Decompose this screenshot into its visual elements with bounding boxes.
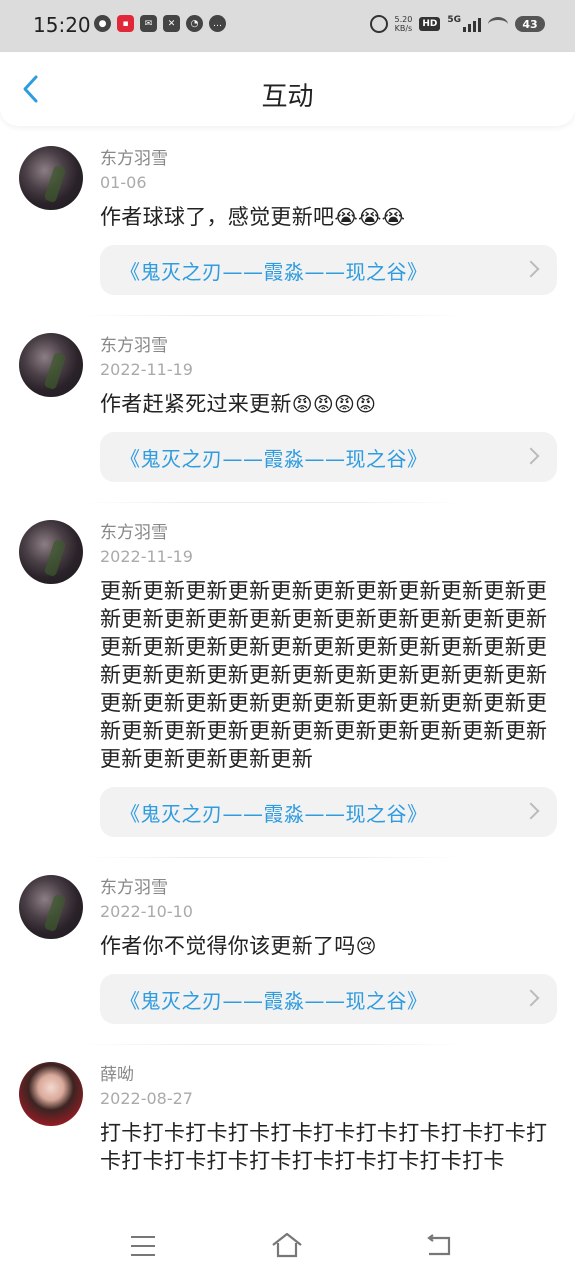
network-speed-unit: KB/s [394, 24, 413, 33]
page-title: 互动 [261, 82, 314, 112]
avatar[interactable] [19, 146, 83, 210]
comment-item: 东方羽雪 2022-11-19 作者赶紧死过来更新😡😡😡😡 《鬼灭之刃——霞淼—… [0, 315, 575, 502]
book-title: 《鬼灭之刃——霞淼——现之谷》 [120, 801, 428, 826]
comment-item: 东方羽雪 2022-10-10 作者你不觉得你该更新了吗😢 《鬼灭之刃——霞淼—… [0, 857, 575, 1044]
comment-text: 更新更新更新更新更新更新更新更新更新更新更新更新更新更新更新更新更新更新更新更新… [100, 577, 557, 773]
comment-text: 打卡打卡打卡打卡打卡打卡打卡打卡打卡打卡打卡打卡打卡打卡打卡打卡打卡打卡打卡打卡 [100, 1119, 557, 1171]
speedometer-icon: ◔ [186, 15, 203, 32]
comment-username[interactable]: 薛呦 [100, 1064, 557, 1086]
book-link[interactable]: 《鬼灭之刃——霞淼——现之谷》 [100, 974, 557, 1024]
chevron-right-icon [522, 802, 540, 820]
status-time: 15:20 [33, 13, 91, 37]
comment-date: 01-06 [100, 173, 147, 192]
chevron-right-icon [522, 447, 540, 465]
comment-username[interactable]: 东方羽雪 [100, 148, 557, 170]
comment-body: 作者球球了，感觉更新吧 [100, 205, 335, 229]
wechat-icon: ● [94, 15, 111, 32]
chevron-right-icon [522, 989, 540, 1007]
comment-text: 作者你不觉得你该更新了吗😢 [100, 932, 557, 960]
signal-icon [463, 16, 481, 32]
comment-date: 2022-10-10 [100, 902, 193, 921]
chevron-right-icon [522, 260, 540, 278]
comment-item: 薛呦 2022-08-27 打卡打卡打卡打卡打卡打卡打卡打卡打卡打卡打卡打卡打卡… [0, 1044, 575, 1191]
book-link[interactable]: 《鬼灭之刃——霞淼——现之谷》 [100, 245, 557, 295]
network-speed: 5.20 KB/s [395, 15, 413, 33]
avatar[interactable] [19, 333, 83, 397]
mail-icon: ✉ [140, 15, 157, 32]
back-nav-icon[interactable] [425, 1234, 453, 1256]
comment-emoji: 😡😡😡😡 [291, 392, 377, 416]
comment-text: 作者赶紧死过来更新😡😡😡😡 [100, 390, 557, 418]
comment-emoji: 😭😭😭 [334, 205, 406, 229]
comment-feed[interactable]: 东方羽雪 01-06 作者球球了，感觉更新吧😭😭😭 《鬼灭之刃——霞淼——现之谷… [0, 128, 575, 1191]
comment-username[interactable]: 东方羽雪 [100, 877, 557, 899]
comment-item: 东方羽雪 2022-11-19 更新更新更新更新更新更新更新更新更新更新更新更新… [0, 502, 575, 857]
app-notification-icon: ▪ [117, 15, 134, 32]
comment-username[interactable]: 东方羽雪 [100, 522, 557, 544]
alarm-icon [369, 15, 388, 33]
comment-date: 2022-08-27 [100, 1089, 193, 1108]
comment-body: 打卡打卡打卡打卡打卡打卡打卡打卡打卡打卡打卡打卡打卡打卡打卡打卡打卡打卡打卡打卡 [100, 1121, 548, 1171]
book-link[interactable]: 《鬼灭之刃——霞淼——现之谷》 [100, 787, 557, 837]
book-title: 《鬼灭之刃——霞淼——现之谷》 [120, 259, 428, 284]
book-link[interactable]: 《鬼灭之刃——霞淼——现之谷》 [100, 432, 557, 482]
comment-item: 东方羽雪 01-06 作者球球了，感觉更新吧😭😭😭 《鬼灭之刃——霞淼——现之谷… [0, 128, 575, 315]
home-icon[interactable] [271, 1232, 303, 1258]
battery-icon: 43 [515, 16, 545, 32]
comment-date: 2022-11-19 [100, 360, 193, 379]
page-header: 互动 [0, 52, 575, 126]
avatar[interactable] [19, 875, 83, 939]
avatar[interactable] [19, 520, 83, 584]
chat-bubble-icon: … [209, 15, 226, 32]
hd-icon: HD [419, 17, 441, 31]
capcut-icon: ✕ [163, 15, 180, 32]
system-nav-bar [0, 1214, 575, 1280]
comment-text: 作者球球了，感觉更新吧😭😭😭 [100, 203, 557, 231]
network-speed-value: 5.20 [394, 15, 413, 24]
menu-icon[interactable] [131, 1236, 155, 1263]
notification-icons: ● ▪ ✉ ✕ ◔ … [94, 15, 226, 32]
book-title: 《鬼灭之刃——霞淼——现之谷》 [120, 988, 428, 1013]
comment-body: 作者你不觉得你该更新了吗 [100, 934, 356, 958]
comment-username[interactable]: 东方羽雪 [100, 335, 557, 357]
comment-body: 作者赶紧死过来更新 [100, 392, 292, 416]
avatar[interactable] [19, 1062, 83, 1126]
book-title: 《鬼灭之刃——霞淼——现之谷》 [120, 446, 428, 471]
system-icons: 5.20 KB/s HD 5G 43 [369, 15, 545, 33]
comment-emoji: 😢 [355, 934, 377, 958]
network-type-label: 5G [447, 15, 461, 25]
comment-body: 更新更新更新更新更新更新更新更新更新更新更新更新更新更新更新更新更新更新更新更新… [100, 579, 548, 771]
status-bar: 15:20 ● ▪ ✉ ✕ ◔ … 5.20 KB/s HD 5G 43 [0, 0, 575, 52]
wifi-icon [488, 16, 508, 32]
comment-date: 2022-11-19 [100, 547, 193, 566]
